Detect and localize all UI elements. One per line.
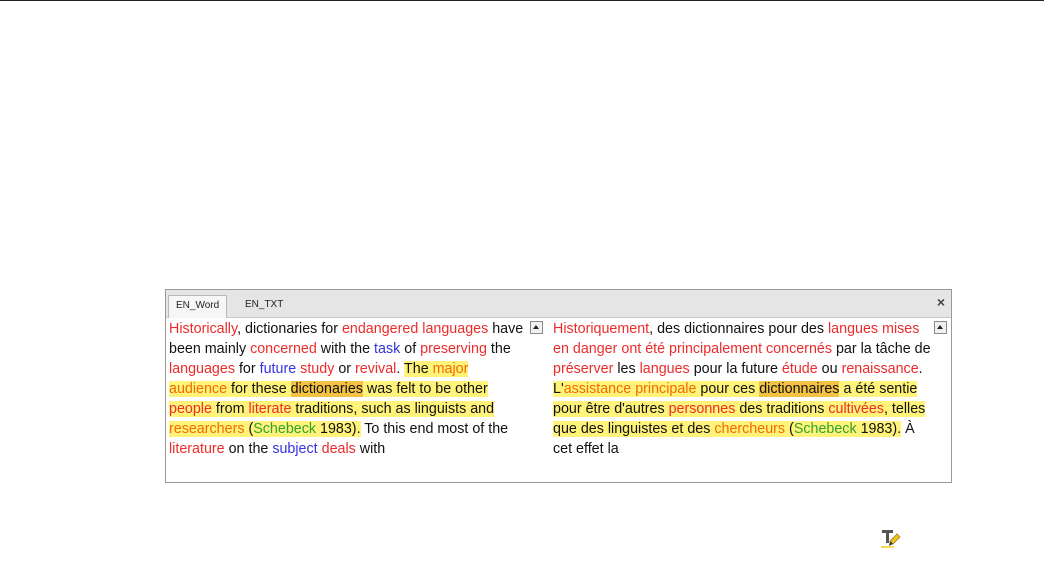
text-segment: literate [248, 401, 292, 417]
text-segment: To this end most of the [360, 421, 509, 437]
text-segment: languages [422, 321, 489, 337]
target-text-pane[interactable]: Historiquement, des dictionnaires pour d… [552, 319, 932, 482]
text-segment: literature [169, 441, 225, 457]
tab-en-txt[interactable]: EN_TXT [238, 295, 290, 318]
text-segment: endangered [341, 321, 419, 337]
text-segment: with [355, 441, 386, 457]
text-segment: étude [781, 361, 818, 377]
text-segment: par la tâche de [832, 341, 931, 357]
text-segment: concernés [766, 341, 832, 357]
text-segment: . [396, 361, 405, 377]
text-segment: . [918, 361, 923, 377]
text-segment: cultivées [828, 401, 884, 417]
tab-en-word[interactable]: EN_Word [168, 295, 228, 318]
text-segment: traditions, such as linguists and [291, 401, 495, 417]
text-segment: Historiquement [553, 321, 650, 337]
text-segment: the [486, 341, 511, 357]
text-segment: personnes [668, 401, 736, 417]
tab-bar: EN_Word EN_TXT × [166, 290, 951, 318]
scroll-up-arrow-icon[interactable] [934, 321, 947, 334]
close-icon[interactable]: × [937, 294, 945, 310]
text-segment: assistance principale [563, 381, 697, 397]
text-segment: task [374, 341, 401, 357]
target-text: Historiquement, des dictionnaires pour d… [552, 319, 932, 459]
text-segment: revival [355, 361, 397, 377]
text-segment: for these [227, 381, 291, 397]
text-segment: for [234, 361, 260, 377]
text-segment: study [300, 361, 335, 377]
text-segment: langues [639, 361, 690, 377]
text-segment: from [211, 401, 249, 417]
text-segment: les [613, 361, 640, 377]
top-divider [0, 0, 1044, 1]
text-segment: researchers [169, 421, 245, 437]
text-segment: , dictionaries for [237, 321, 342, 337]
alignment-viewer-panel: EN_Word EN_TXT × Historically, dictionar… [165, 289, 952, 483]
text-segment: with the [316, 341, 375, 357]
text-segment: pour ces [696, 381, 760, 397]
text-segment: des traditions [735, 401, 829, 417]
source-text-pane[interactable]: Historically, dictionaries for endangere… [168, 319, 528, 482]
text-segment: L' [553, 381, 564, 397]
text-segment: préserver [553, 361, 614, 377]
text-segment: The [404, 361, 433, 377]
text-segment: or [334, 361, 356, 377]
text-segment: deals [321, 441, 356, 457]
text-segment: languages [169, 361, 235, 377]
text-segment: of [400, 341, 421, 357]
text-segment: was felt to be other [362, 381, 488, 397]
text-segment: on the [224, 441, 273, 457]
text-segment: Schebeck [793, 421, 857, 437]
source-text: Historically, dictionaries for endangere… [168, 319, 528, 459]
text-highlight-tool-icon[interactable] [879, 529, 903, 549]
text-segment: preserving [420, 341, 487, 357]
source-scrollbar[interactable] [529, 319, 544, 482]
text-segment: 1983). [856, 421, 902, 437]
text-segment: ( [785, 421, 794, 437]
text-segment: 1983). [316, 421, 361, 437]
text-segment: subject [272, 441, 318, 457]
text-segment: dictionnaires [759, 381, 840, 397]
text-segment: Historically [169, 321, 238, 337]
text-segment: chercheurs [714, 421, 786, 437]
text-segment: people [169, 401, 212, 417]
text-segment: future [259, 361, 297, 377]
target-scrollbar[interactable] [933, 319, 948, 482]
text-segment: renaissance [841, 361, 919, 377]
scroll-up-arrow-icon[interactable] [530, 321, 543, 334]
text-segment: ou [817, 361, 842, 377]
text-segment: , des dictionnaires pour des [649, 321, 828, 337]
text-segment: dictionaries [290, 381, 363, 397]
text-segment: pour la future [689, 361, 782, 377]
text-segment: concerned [250, 341, 317, 357]
text-segment: Schebeck [253, 421, 317, 437]
text-segment: ( [244, 421, 254, 437]
